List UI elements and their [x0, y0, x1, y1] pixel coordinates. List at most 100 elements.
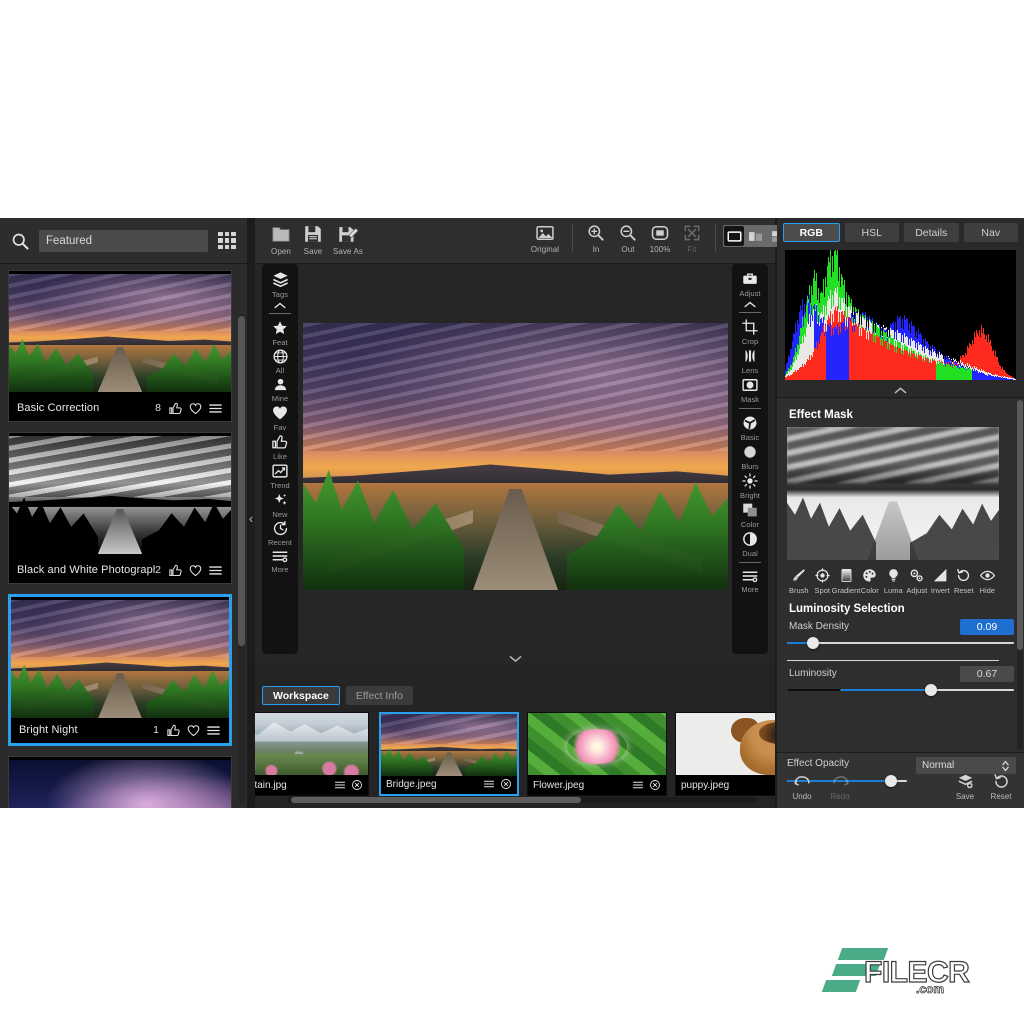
save-as-button[interactable]: Save As: [329, 218, 367, 256]
inspector-scrollbar-thumb[interactable]: [1017, 400, 1023, 650]
tab-hsl[interactable]: HSL: [844, 223, 899, 242]
brush-tool-button[interactable]: Brush: [787, 567, 811, 595]
thumbs-up-icon[interactable]: [168, 401, 183, 416]
rgb-histogram[interactable]: [785, 250, 1016, 380]
list-item[interactable]: Flower.jpeg: [527, 712, 667, 796]
luma-tool-button[interactable]: Luma: [882, 567, 906, 595]
close-icon[interactable]: [351, 779, 363, 791]
menu-icon[interactable]: [206, 723, 221, 738]
search-input[interactable]: [39, 229, 208, 252]
sidebar-item-color[interactable]: Color: [733, 501, 767, 529]
list-item[interactable]: puppy.jpeg: [675, 712, 775, 796]
sidebar-item-more-adjust[interactable]: More: [733, 568, 767, 594]
reset-tool-button[interactable]: Reset: [952, 567, 976, 595]
hide-tool-button[interactable]: Hide: [976, 567, 1000, 595]
menu-icon[interactable]: [334, 779, 346, 791]
thumbs-up-icon[interactable]: [168, 563, 183, 578]
mask-preview-image[interactable]: [787, 427, 999, 560]
sidebar-item-tags[interactable]: Tags: [263, 270, 297, 299]
open-button[interactable]: Open: [265, 218, 297, 256]
sidebar-item-adjust[interactable]: Adjust: [733, 270, 767, 298]
redo-button[interactable]: Redo: [823, 772, 857, 801]
filmstrip-thumbnails[interactable]: ...untain.jpg: [255, 712, 775, 796]
chevron-up-icon[interactable]: [742, 300, 758, 309]
original-button[interactable]: Original: [525, 218, 565, 254]
slider-thumb[interactable]: [807, 637, 820, 649]
save-label: Save: [303, 247, 323, 256]
collapse-histogram-handle[interactable]: [777, 384, 1024, 398]
single-view-button[interactable]: [724, 226, 744, 246]
main-image-preview[interactable]: [303, 323, 728, 590]
filmstrip-scrollbar-thumb[interactable]: [291, 797, 581, 803]
sidebar-item-new[interactable]: New: [263, 491, 297, 519]
list-item-selected[interactable]: Bridge.jpeg: [379, 712, 519, 796]
menu-icon[interactable]: [632, 779, 644, 791]
list-item[interactable]: [8, 756, 232, 808]
close-icon[interactable]: [500, 778, 512, 790]
sidebar-item-bright[interactable]: Bright: [733, 472, 767, 500]
sidebar-item-feat[interactable]: Feat: [263, 319, 297, 347]
collapse-left-panel-handle[interactable]: ‹: [245, 508, 257, 528]
sidebar-item-basic[interactable]: Basic: [733, 414, 767, 442]
sidebar-item-mask[interactable]: Mask: [733, 376, 767, 404]
sidebar-item-dual[interactable]: Dual: [733, 530, 767, 558]
tab-workspace[interactable]: Workspace: [262, 686, 340, 705]
thumbs-up-icon[interactable]: [166, 723, 181, 738]
zoom-out-button[interactable]: Out: [612, 218, 644, 254]
actual-size-button[interactable]: 100%: [644, 218, 676, 254]
close-icon[interactable]: [649, 779, 661, 791]
hide-label: Hide: [979, 586, 995, 595]
tab-nav[interactable]: Nav: [963, 223, 1018, 242]
blurs-label: Blurs: [741, 462, 759, 471]
rail-divider: [269, 313, 291, 314]
heart-icon[interactable]: [188, 563, 203, 578]
heart-icon[interactable]: [186, 723, 201, 738]
invert-tool-button[interactable]: Invert: [929, 567, 953, 595]
tab-details[interactable]: Details: [904, 223, 959, 242]
mask-density-slider[interactable]: 0.09: [787, 619, 1014, 651]
save-preset-button[interactable]: Save: [948, 772, 982, 801]
luminosity-slider[interactable]: 0.67: [787, 666, 1014, 698]
adjust-tool-button[interactable]: Adjust: [905, 567, 929, 595]
sidebar-item-all[interactable]: All: [263, 348, 297, 375]
color-tool-button[interactable]: Color: [858, 567, 882, 595]
split-view-vertical-button[interactable]: [745, 226, 765, 246]
sidebar-item-like[interactable]: Like: [263, 433, 297, 461]
presets-list[interactable]: Basic Correction 8 Black and White Photo…: [0, 264, 247, 808]
grid-view-icon[interactable]: [217, 231, 237, 251]
menu-icon[interactable]: [483, 778, 495, 790]
preset-like-count: 8: [155, 402, 161, 414]
heart-icon[interactable]: [188, 401, 203, 416]
zoom-in-button[interactable]: In: [580, 218, 612, 254]
reset-all-button[interactable]: Reset: [984, 772, 1018, 801]
chevron-up-icon[interactable]: [272, 301, 288, 310]
preset-thumbnail: [11, 600, 229, 718]
undo-button[interactable]: Undo: [785, 772, 819, 801]
rail-divider: [739, 312, 761, 313]
fit-screen-button[interactable]: Fit: [676, 218, 708, 254]
mask-density-value[interactable]: 0.09: [960, 619, 1014, 635]
list-item[interactable]: Black and White Photograph 2: [8, 432, 232, 584]
list-item-selected[interactable]: Bright Night 1: [8, 594, 232, 746]
sidebar-item-more[interactable]: More: [263, 548, 297, 574]
sidebar-item-fav[interactable]: Fav: [263, 404, 297, 432]
tab-rgb[interactable]: RGB: [783, 223, 840, 242]
menu-icon[interactable]: [208, 563, 223, 578]
collapse-canvas-handle[interactable]: [255, 652, 775, 664]
menu-icon[interactable]: [208, 401, 223, 416]
sidebar-item-blurs[interactable]: Blurs: [733, 443, 767, 471]
list-item[interactable]: Basic Correction 8: [8, 270, 232, 422]
presets-scrollbar-thumb[interactable]: [238, 316, 245, 646]
save-button[interactable]: Save: [297, 218, 329, 256]
slider-thumb[interactable]: [925, 684, 938, 696]
sidebar-item-lens[interactable]: Lens: [733, 347, 767, 375]
sidebar-item-crop[interactable]: Crop: [733, 318, 767, 346]
gradient-tool-button[interactable]: Gradient: [832, 567, 860, 595]
list-item[interactable]: ...untain.jpg: [255, 712, 369, 796]
sidebar-item-mine[interactable]: Mine: [263, 376, 297, 403]
sidebar-item-trend[interactable]: Trend: [263, 462, 297, 490]
tab-effect-info[interactable]: Effect Info: [345, 686, 413, 705]
sidebar-item-recent[interactable]: Recent: [263, 520, 297, 547]
luminosity-value[interactable]: 0.67: [960, 666, 1014, 682]
spot-tool-button[interactable]: Spot: [811, 567, 835, 595]
